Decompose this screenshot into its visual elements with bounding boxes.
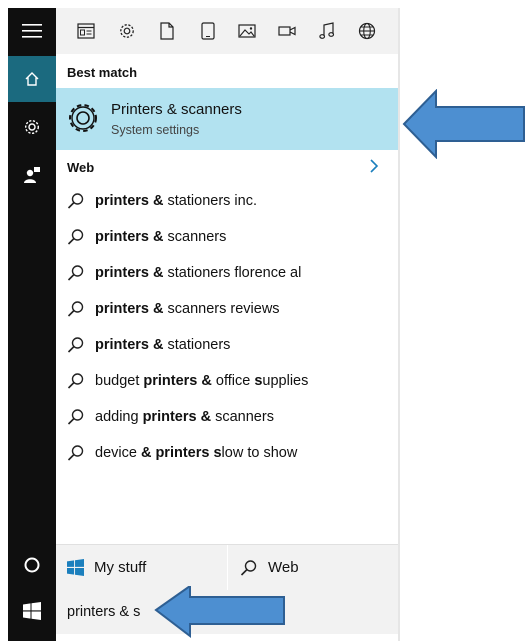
- web-suggestion-item[interactable]: printers & stationers: [56, 328, 400, 364]
- web-suggestion-text: printers & scanners: [95, 229, 226, 245]
- web-suggestion-item[interactable]: printers & scanners: [56, 220, 400, 256]
- best-match-heading: Best match: [67, 65, 138, 80]
- web-scope-button[interactable]: Web: [228, 545, 400, 590]
- suggestion-match-text: printers &: [95, 337, 164, 353]
- suggestion-match-text: printers &: [143, 373, 212, 389]
- best-match-result[interactable]: Printers & scanners System settings: [56, 88, 400, 150]
- web-suggestion-text: device & printers slow to show: [95, 445, 297, 461]
- suggestion-text: canners: [174, 229, 227, 245]
- filter-web-button[interactable]: [355, 19, 379, 43]
- filter-apps-button[interactable]: [74, 19, 98, 43]
- search-icon: [67, 445, 84, 461]
- filter-videos-button[interactable]: [275, 19, 299, 43]
- suggestion-text: upplies: [262, 373, 309, 389]
- suggestion-text: tationers: [174, 337, 231, 353]
- gear-icon: [24, 119, 40, 135]
- web-suggestion-item[interactable]: printers & stationers florence al: [56, 256, 400, 292]
- filter-toolbar: [56, 8, 400, 54]
- suggestion-text: canners reviews: [174, 301, 280, 317]
- suggestion-match-text: printers &: [95, 265, 164, 281]
- person-feedback-icon: [24, 167, 40, 183]
- settings-button[interactable]: [8, 104, 56, 150]
- suggestion-text: tationers florence al: [174, 265, 302, 281]
- filter-photos-button[interactable]: [235, 19, 259, 43]
- suggestion-text: s: [163, 229, 175, 245]
- home-button[interactable]: [8, 56, 56, 102]
- search-icon: [67, 409, 84, 425]
- cortana-circle-icon: [24, 557, 40, 573]
- web-suggestion-item[interactable]: adding printers & scanners: [56, 400, 400, 436]
- gear-icon: [69, 104, 97, 132]
- my-stuff-label: My stuff: [94, 559, 147, 576]
- suggestion-text: s: [163, 337, 175, 353]
- chevron-right-icon[interactable]: [369, 159, 379, 173]
- apps-window-icon: [77, 23, 95, 39]
- search-icon: [67, 229, 84, 245]
- bottom-scope-bar: My stuff Web: [56, 544, 400, 590]
- search-results-panel: Best match Printers & scanners System se…: [56, 8, 400, 641]
- search-icon: [67, 193, 84, 209]
- web-suggestion-text: budget printers & office supplies: [95, 373, 308, 389]
- menu-button[interactable]: [8, 8, 56, 54]
- start-button[interactable]: [8, 588, 56, 634]
- panel-right-border: [398, 8, 400, 641]
- best-match-subtitle: System settings: [111, 123, 200, 137]
- web-suggestion-text: printers & stationers florence al: [95, 265, 301, 281]
- web-suggestion-text: printers & scanners reviews: [95, 301, 280, 317]
- suggestion-text: s: [163, 193, 175, 209]
- web-heading: Web: [67, 160, 95, 175]
- search-icon: [67, 373, 84, 389]
- web-suggestion-item[interactable]: device & printers slow to show: [56, 436, 400, 472]
- windows-logo-icon: [23, 602, 41, 620]
- search-icon: [240, 559, 257, 576]
- suggestion-text: adding: [95, 409, 143, 425]
- start-sidebar: [8, 8, 56, 641]
- tablet-icon: [201, 22, 215, 40]
- gear-icon: [120, 24, 134, 38]
- suggestion-match-text: printers &: [95, 301, 164, 317]
- filter-music-button[interactable]: [315, 19, 339, 43]
- web-suggestion-item[interactable]: printers & stationers inc.: [56, 184, 400, 220]
- suggestion-text: canners: [222, 409, 274, 425]
- suggestion-text: budget: [95, 373, 144, 389]
- search-icon: [67, 301, 84, 317]
- video-camera-icon: [278, 26, 296, 36]
- suggestion-match-text: printers &: [142, 409, 212, 425]
- suggestion-match-text: & printers s: [140, 445, 222, 461]
- annotation-arrow-search-box: [154, 586, 285, 639]
- my-stuff-button[interactable]: My stuff: [56, 545, 227, 590]
- home-icon: [25, 72, 39, 86]
- music-note-icon: [319, 22, 335, 39]
- suggestion-text: office: [211, 373, 255, 389]
- suggestion-text: low to show: [221, 445, 298, 461]
- suggestion-match-text: printers &: [95, 229, 164, 245]
- web-suggestion-text: printers & stationers inc.: [95, 193, 257, 209]
- suggestion-text: s: [211, 409, 223, 425]
- filter-tablet-button[interactable]: [196, 19, 220, 43]
- suggestion-text: s: [163, 301, 175, 317]
- best-match-title: Printers & scanners: [111, 101, 242, 118]
- globe-icon: [358, 22, 376, 40]
- suggestion-text: s: [163, 265, 175, 281]
- suggestion-match-text: printers &: [95, 193, 164, 209]
- cortana-button[interactable]: [8, 542, 56, 588]
- photo-icon: [238, 24, 256, 38]
- hamburger-icon: [22, 24, 42, 38]
- search-icon: [67, 265, 84, 281]
- web-suggestion-text: printers & stationers: [95, 337, 230, 353]
- web-suggestion-item[interactable]: budget printers & office supplies: [56, 364, 400, 400]
- search-icon: [67, 337, 84, 353]
- user-feedback-button[interactable]: [8, 152, 56, 198]
- filter-settings-button[interactable]: [115, 19, 139, 43]
- annotation-arrow-best-match: [402, 89, 525, 159]
- web-scope-label: Web: [268, 559, 299, 576]
- web-suggestion-text: adding printers & scanners: [95, 409, 274, 425]
- suggestion-text: tationers inc.: [174, 193, 257, 209]
- filter-documents-button[interactable]: [155, 19, 179, 43]
- suggestion-text: device: [95, 445, 141, 461]
- windows-logo-icon: [67, 559, 84, 576]
- web-suggestion-item[interactable]: printers & scanners reviews: [56, 292, 400, 328]
- document-icon: [160, 22, 174, 40]
- search-query-text: printers & s: [67, 604, 141, 620]
